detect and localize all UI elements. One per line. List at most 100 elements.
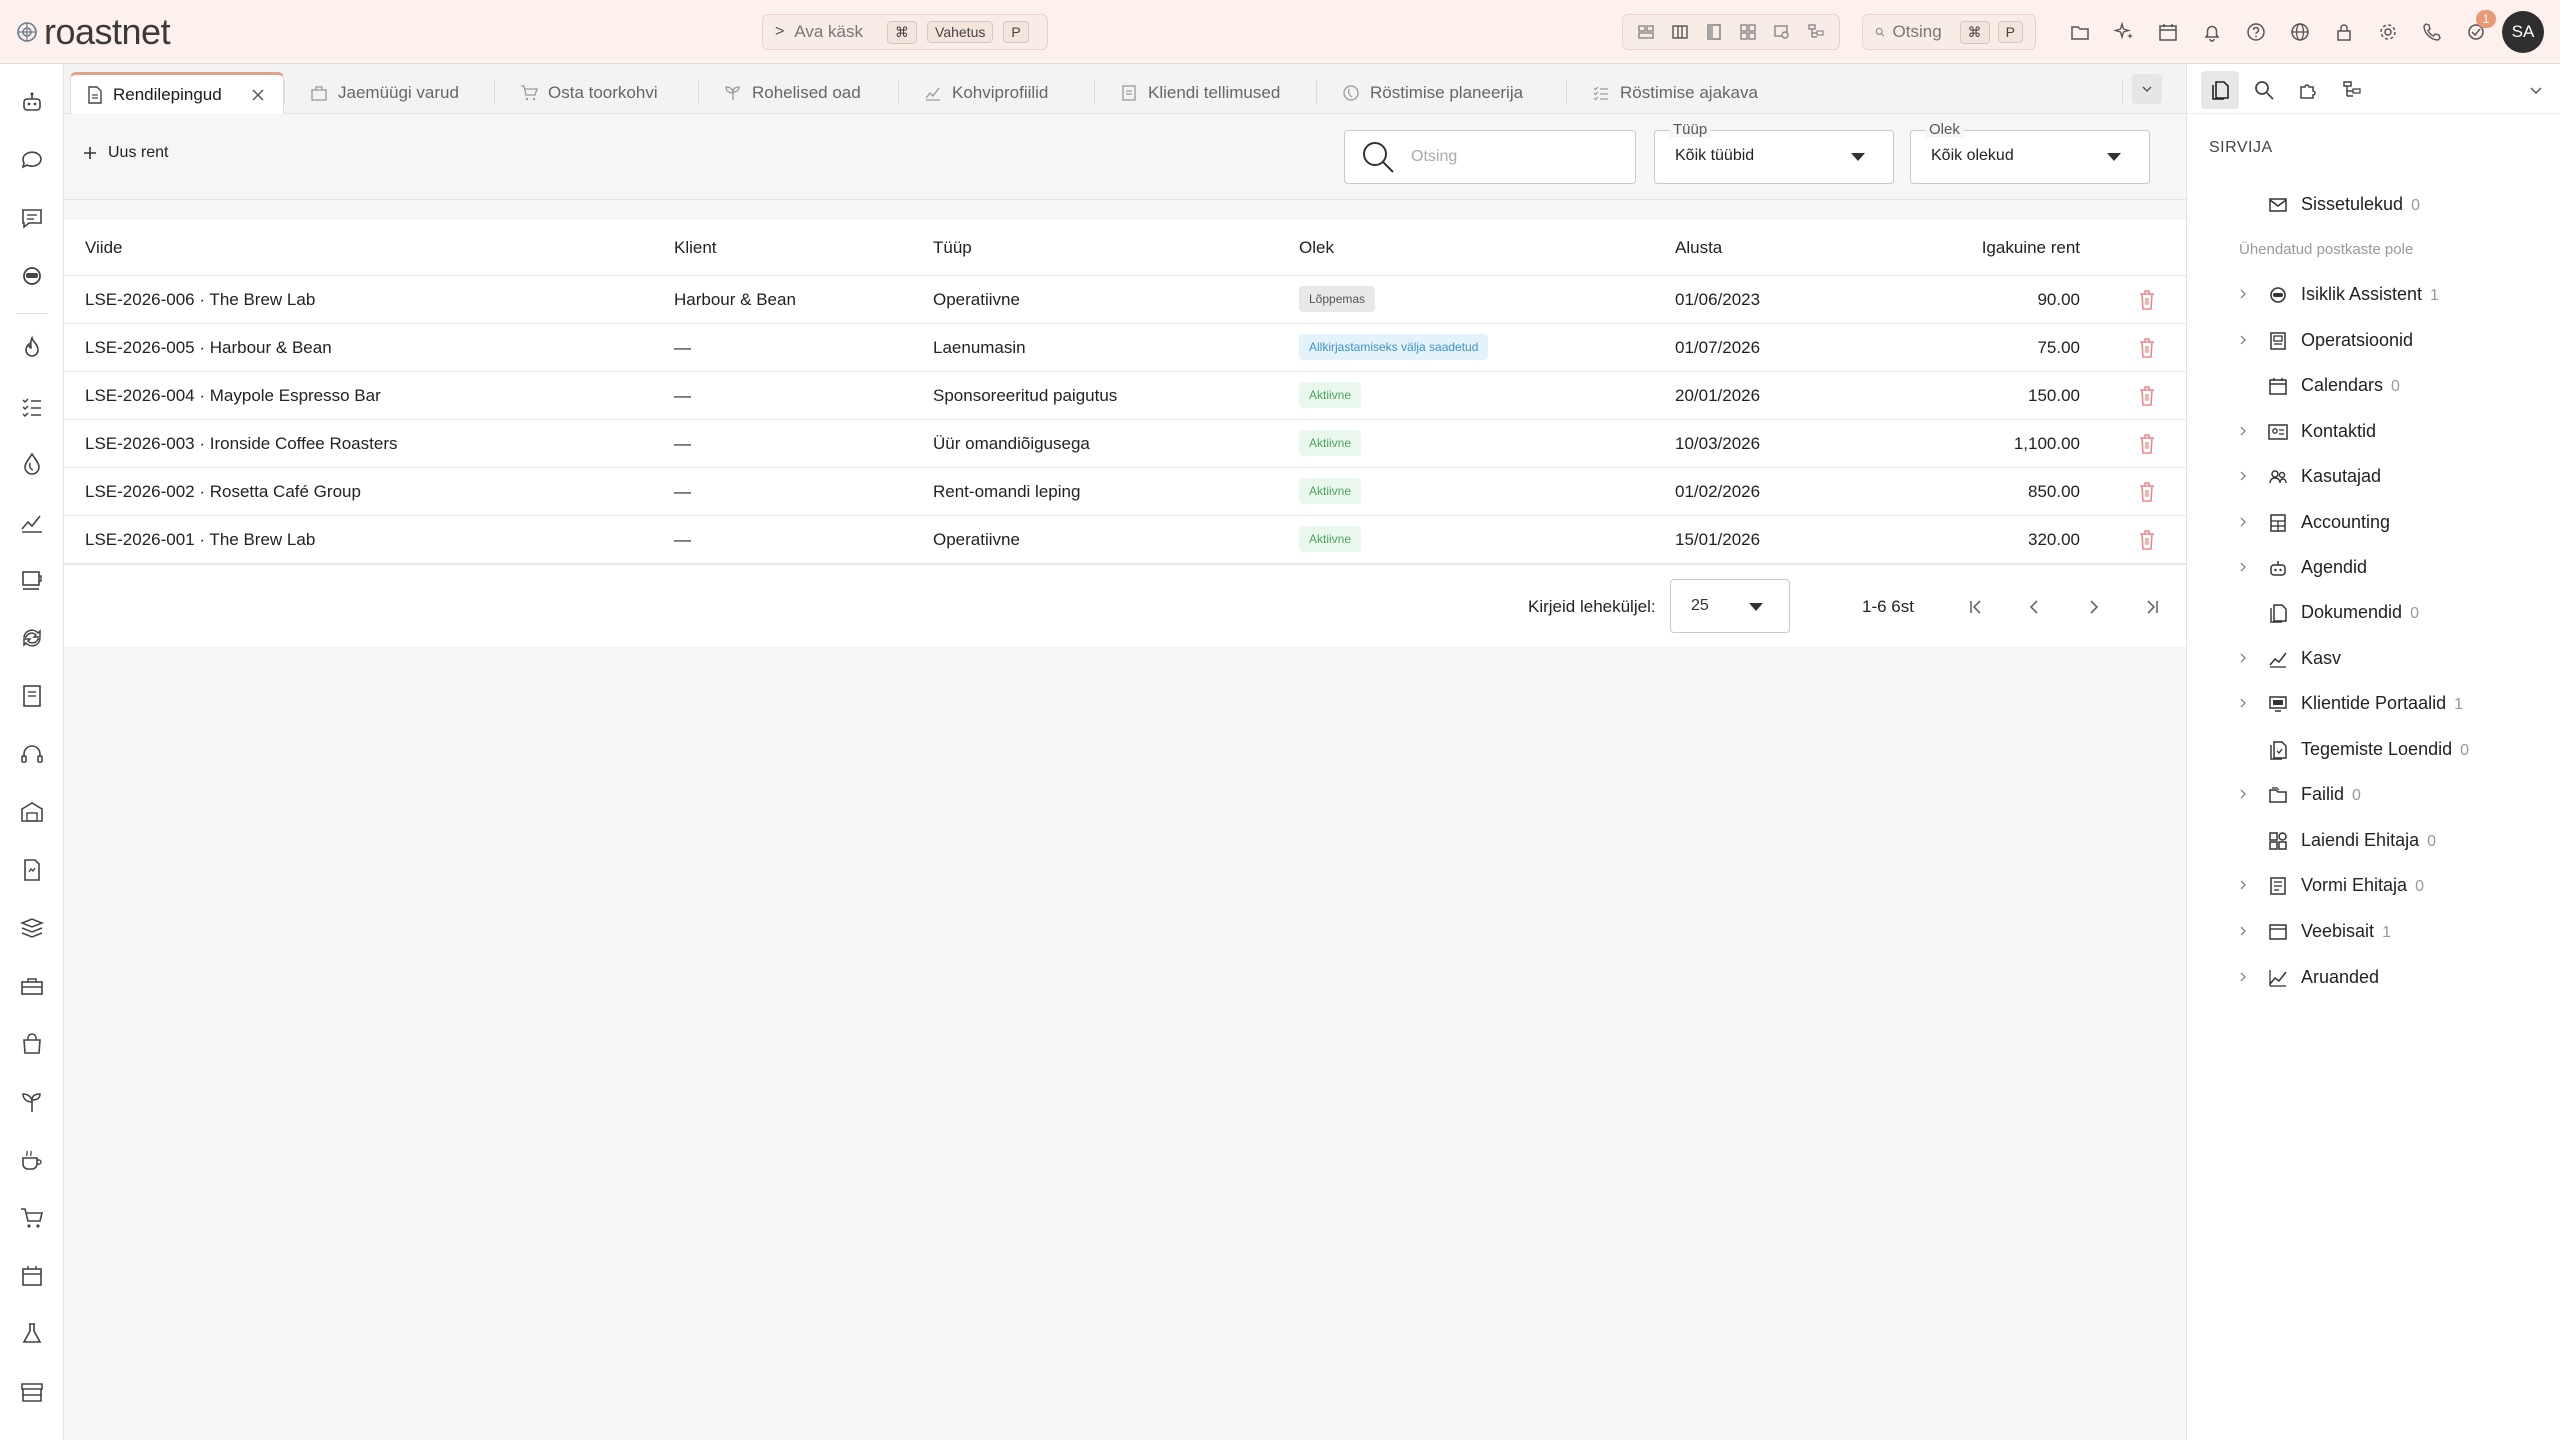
phone-icon[interactable] xyxy=(2410,12,2454,52)
folder-icon[interactable] xyxy=(2058,12,2102,52)
chevron-right-icon[interactable] xyxy=(2237,788,2249,800)
tree-item-contacts[interactable]: Kontaktid xyxy=(2187,411,2560,451)
chevron-right-icon[interactable] xyxy=(2237,971,2249,983)
tree-item-agents[interactable]: Agendid xyxy=(2187,547,2560,587)
flame-icon[interactable] xyxy=(12,328,52,368)
status-filter-select[interactable]: Olek Kõik olekud xyxy=(1910,121,2150,184)
shopping-bag-icon[interactable] xyxy=(12,1024,52,1064)
tree-item-calendars[interactable]: Calendars 0 xyxy=(2187,365,2560,405)
tree-item-files[interactable]: Failid 0 xyxy=(2187,774,2560,814)
trash-icon[interactable] xyxy=(2136,480,2158,504)
table-row[interactable]: LSE-2026-005 · Harbour & Bean — Laenumas… xyxy=(64,324,2186,372)
chevron-right-icon[interactable] xyxy=(2237,425,2249,437)
tree-item-users[interactable]: Kasutajad xyxy=(2187,456,2560,496)
tree-item-todo-lists[interactable]: Tegemiste Loendid 0 xyxy=(2187,729,2560,769)
first-page-button[interactable] xyxy=(1962,593,1990,621)
chevron-right-icon[interactable] xyxy=(2237,516,2249,528)
tree-item-form-builder[interactable]: Vormi Ehitaja 0 xyxy=(2187,865,2560,905)
new-lease-button[interactable]: Uus rent xyxy=(82,144,168,162)
trash-icon[interactable] xyxy=(2136,336,2158,360)
globe-icon[interactable] xyxy=(2278,12,2322,52)
tab-osta-toorkohvi[interactable]: Osta toorkohvi xyxy=(504,72,658,114)
tab-kohviprofiilid[interactable]: Kohviprofiilid xyxy=(908,72,1048,114)
sprout-icon[interactable] xyxy=(12,1082,52,1122)
layout-tiles-icon[interactable] xyxy=(1739,23,1757,41)
warehouse-icon[interactable] xyxy=(12,792,52,832)
checklist-icon[interactable] xyxy=(12,386,52,426)
rows-per-page-select[interactable]: 25 xyxy=(1670,579,1790,633)
tree-item-accounting[interactable]: Accounting xyxy=(2187,502,2560,542)
column-header-rent[interactable]: Igakuine rent xyxy=(1982,238,2080,258)
chevron-right-icon[interactable] xyxy=(2237,470,2249,482)
column-header-type[interactable]: Tüüp xyxy=(933,238,972,258)
layout-window-search-icon[interactable] xyxy=(1773,23,1791,41)
prev-page-button[interactable] xyxy=(2020,593,2048,621)
tree-item-growth[interactable]: Kasv xyxy=(2187,638,2560,678)
tab-kliendi-tellimused[interactable]: Kliendi tellimused xyxy=(1104,72,1280,114)
calendar-icon[interactable] xyxy=(2146,12,2190,52)
layout-grid-icon[interactable] xyxy=(1637,23,1655,41)
column-header-status[interactable]: Olek xyxy=(1299,238,1334,258)
global-search-button[interactable]: Otsing ⌘ P xyxy=(1862,14,2036,50)
column-header-client[interactable]: Klient xyxy=(674,238,717,258)
layout-sidebar-icon[interactable] xyxy=(1705,23,1723,41)
trash-icon[interactable] xyxy=(2136,384,2158,408)
flask-icon[interactable] xyxy=(12,1314,52,1354)
table-row[interactable]: LSE-2026-003 · Ironside Coffee Roasters … xyxy=(64,420,2186,468)
last-page-button[interactable] xyxy=(2138,593,2166,621)
bell-icon[interactable] xyxy=(2190,12,2234,52)
tree-item-website[interactable]: Veebisait 1 xyxy=(2187,911,2560,951)
trash-icon[interactable] xyxy=(2136,432,2158,456)
layout-tree-icon[interactable] xyxy=(1807,23,1825,41)
close-icon[interactable] xyxy=(250,87,266,103)
package-icon[interactable] xyxy=(12,1256,52,1296)
table-row[interactable]: LSE-2026-004 · Maypole Espresso Bar — Sp… xyxy=(64,372,2186,420)
trash-icon[interactable] xyxy=(2136,528,2158,552)
chevron-right-icon[interactable] xyxy=(2237,652,2249,664)
assistant-face-icon[interactable] xyxy=(12,256,52,296)
tab-rostimise-ajakava[interactable]: Röstimise ajakava xyxy=(1576,72,1758,114)
chevron-right-icon[interactable] xyxy=(2237,697,2249,709)
storefront-icon[interactable] xyxy=(12,1372,52,1412)
toolbox-icon[interactable] xyxy=(12,966,52,1006)
column-header-start[interactable]: Alusta xyxy=(1675,238,1722,258)
next-page-button[interactable] xyxy=(2080,593,2108,621)
coffee-machine-icon[interactable] xyxy=(12,560,52,600)
table-row[interactable]: LSE-2026-001 · The Brew Lab — Operatiivn… xyxy=(64,516,2186,564)
search-field[interactable] xyxy=(1344,130,1636,184)
table-row[interactable]: LSE-2026-002 · Rosetta Café Group — Rent… xyxy=(64,468,2186,516)
tree-item-extension-builder[interactable]: Laiendi Ehitaja 0 xyxy=(2187,820,2560,860)
tree-item-client-portals[interactable]: Klientide Portaalid 1 xyxy=(2187,683,2560,723)
notebook-icon[interactable] xyxy=(12,676,52,716)
avatar[interactable]: SA xyxy=(2502,11,2544,53)
tab-jaemuugi-varud[interactable]: Jaemüügi varud xyxy=(294,72,459,114)
tab-rostimise-planeerija[interactable]: Röstimise planeerija xyxy=(1326,72,1523,114)
robot-icon[interactable] xyxy=(12,82,52,122)
headset-icon[interactable] xyxy=(12,734,52,774)
column-header-ref[interactable]: Viide xyxy=(85,238,123,258)
lock-icon[interactable] xyxy=(2322,12,2366,52)
tree-item-personal-assistant[interactable]: Isiklik Assistent 1 xyxy=(2187,274,2560,314)
tabs-overflow-button[interactable] xyxy=(2132,74,2162,104)
chevron-right-icon[interactable] xyxy=(2237,925,2249,937)
logo[interactable]: roastnet xyxy=(16,11,171,52)
coffee-cup-icon[interactable] xyxy=(12,1140,52,1180)
command-palette-button[interactable]: > Ava käsk ⌘ Vahetus P xyxy=(762,14,1048,50)
tree-item-documents[interactable]: Dokumendid 0 xyxy=(2187,592,2560,632)
messages-icon[interactable] xyxy=(12,198,52,238)
type-filter-select[interactable]: Tüüp Kõik tüübid xyxy=(1654,121,1894,184)
stack-icon[interactable] xyxy=(12,908,52,948)
chevron-right-icon[interactable] xyxy=(2237,288,2249,300)
sparkle-icon[interactable] xyxy=(2102,12,2146,52)
tree-item-inbox[interactable]: Sissetulekud 0 xyxy=(2187,184,2560,224)
invoice-icon[interactable] xyxy=(12,850,52,890)
chevron-down-icon[interactable] xyxy=(2517,71,2555,109)
chevron-right-icon[interactable] xyxy=(2237,561,2249,573)
table-row[interactable]: LSE-2026-006 · The Brew Lab Harbour & Be… xyxy=(64,276,2186,324)
integrations-icon[interactable]: 1 xyxy=(2454,10,2498,52)
chat-bubble-icon[interactable] xyxy=(12,140,52,180)
tree-item-reports[interactable]: Aruanded xyxy=(2187,957,2560,997)
help-icon[interactable] xyxy=(2234,12,2278,52)
search-input[interactable] xyxy=(1411,148,1611,166)
trash-icon[interactable] xyxy=(2136,288,2158,312)
